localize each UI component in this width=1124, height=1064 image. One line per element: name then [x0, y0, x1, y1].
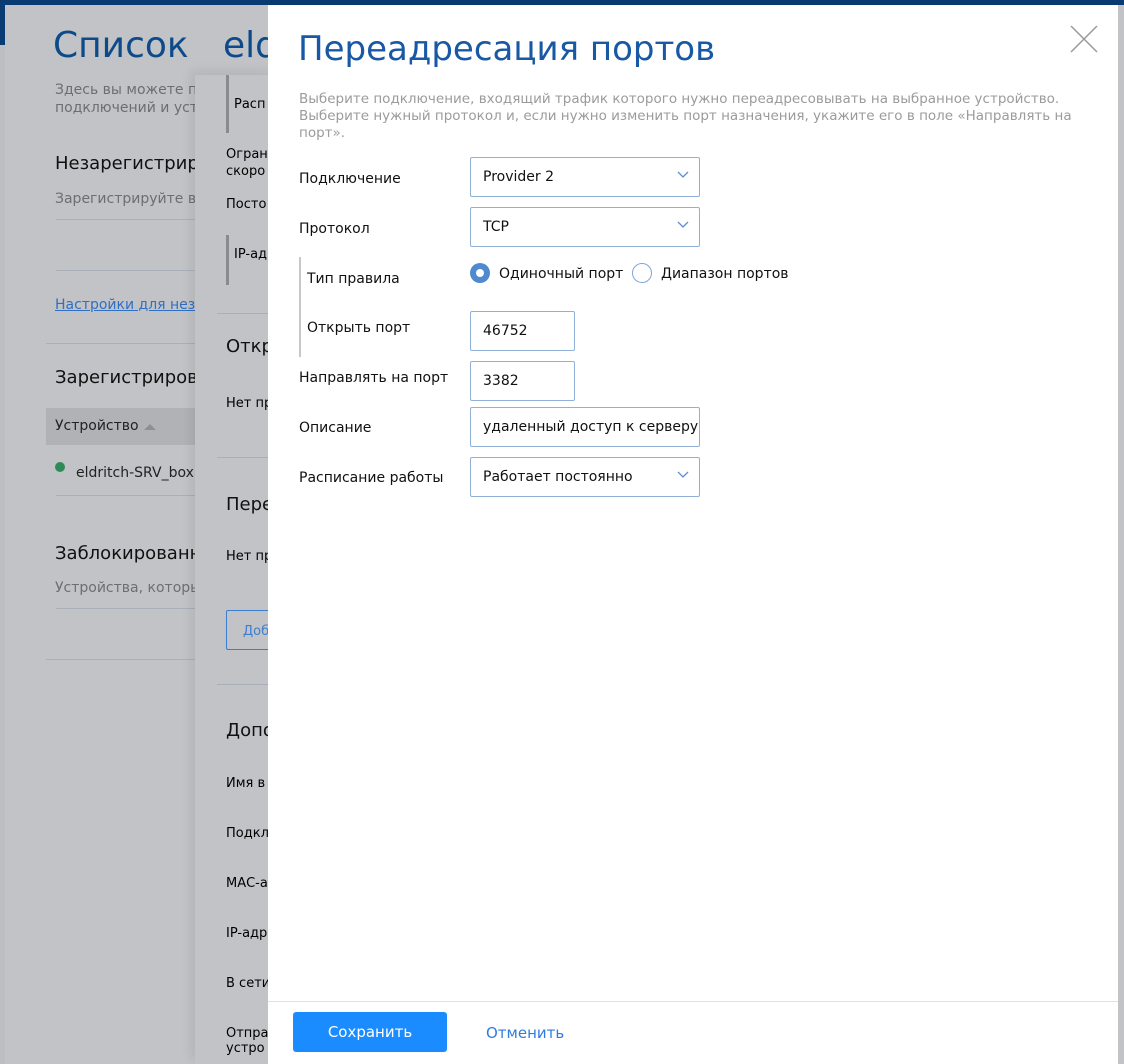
panel-item: В сети [226, 976, 271, 991]
dialog-description: Выберите подключение, входящий трафик ко… [299, 91, 1072, 141]
protocol-select[interactable]: TCP [470, 207, 700, 247]
panel-item: Огран [226, 147, 268, 162]
chevron-down-icon [677, 221, 689, 228]
blocked-desc: Устройства, которь [55, 580, 195, 596]
panel-item: Посто [226, 197, 267, 212]
radio-port-range[interactable] [632, 263, 652, 283]
radio-single-port-label[interactable]: Одиночный порт [499, 266, 623, 282]
registered-heading: Зарегистрирова [55, 367, 195, 388]
unregistered-settings-link[interactable]: Настройки для неза [55, 297, 195, 313]
forward-port-input[interactable]: 3382 [470, 361, 575, 401]
blocked-heading: Заблокированн [55, 543, 195, 564]
chevron-down-icon [677, 471, 689, 478]
online-status-icon [55, 462, 65, 472]
connection-select[interactable]: Provider 2 [470, 157, 700, 197]
rule-group-bar [299, 257, 301, 357]
intro-text-2: подключений и уст [55, 100, 195, 116]
table-header: Устройство [46, 408, 196, 445]
protocol-value: TCP [483, 219, 509, 235]
panel-heading: Откр [226, 336, 273, 357]
description-input[interactable]: удаленный доступ к серверу [470, 407, 700, 447]
panel-item: устро [226, 1041, 265, 1056]
port-forwarding-dialog: Переадресация портов Выберите подключени… [268, 5, 1118, 1064]
intro-text-1: Здесь вы можете п [55, 82, 195, 98]
panel-item: Нет пр [226, 549, 273, 564]
forward-port-label: Направлять на порт [299, 370, 449, 386]
device-panel: Расп Огран скоро Посто IP-ад Откр Нет пр… [195, 75, 286, 1064]
connection-label: Подключение [299, 171, 401, 187]
dialog-title: Переадресация портов [298, 29, 716, 69]
chevron-down-icon [677, 171, 689, 178]
connection-value: Provider 2 [483, 169, 554, 185]
protocol-label: Протокол [299, 221, 370, 237]
unregistered-heading: Незарегистрир [55, 153, 195, 174]
device-title: eld [223, 25, 273, 66]
panel-item: МАС-а [226, 876, 268, 891]
save-button[interactable]: Сохранить [293, 1012, 447, 1052]
sort-asc-icon [144, 424, 156, 430]
device-row-name[interactable]: eldritch-SRV_box [76, 465, 196, 481]
open-port-input[interactable]: 46752 [470, 311, 575, 351]
schedule-select[interactable]: Работает постоянно [470, 457, 700, 497]
panel-item: Имя в [226, 776, 266, 791]
panel-item: Нет пр [226, 396, 273, 411]
radio-port-range-label[interactable]: Диапазон портов [661, 266, 789, 282]
panel-item: IP-адр [226, 926, 268, 941]
panel-item: скоро [226, 164, 266, 179]
open-port-label: Открыть порт [307, 320, 411, 336]
rule-type-label: Тип правила [307, 271, 400, 287]
page-title: Список [53, 25, 189, 66]
schedule-value: Работает постоянно [483, 469, 633, 485]
schedule-label: Расписание работы [299, 470, 444, 486]
description-label: Описание [299, 420, 372, 436]
column-device[interactable]: Устройство [55, 418, 139, 434]
panel-heading: Пере [226, 494, 274, 515]
cancel-button[interactable]: Отменить [486, 1024, 564, 1042]
close-icon[interactable] [1068, 23, 1100, 55]
footer-divider [268, 1001, 1118, 1002]
panel-item: Отпра [226, 1026, 269, 1041]
unregistered-desc: Зарегистрируйте ва [55, 191, 195, 207]
panel-item: Подкл [226, 826, 269, 841]
radio-single-port[interactable] [470, 263, 490, 283]
panel-heading: Допо [226, 720, 274, 741]
